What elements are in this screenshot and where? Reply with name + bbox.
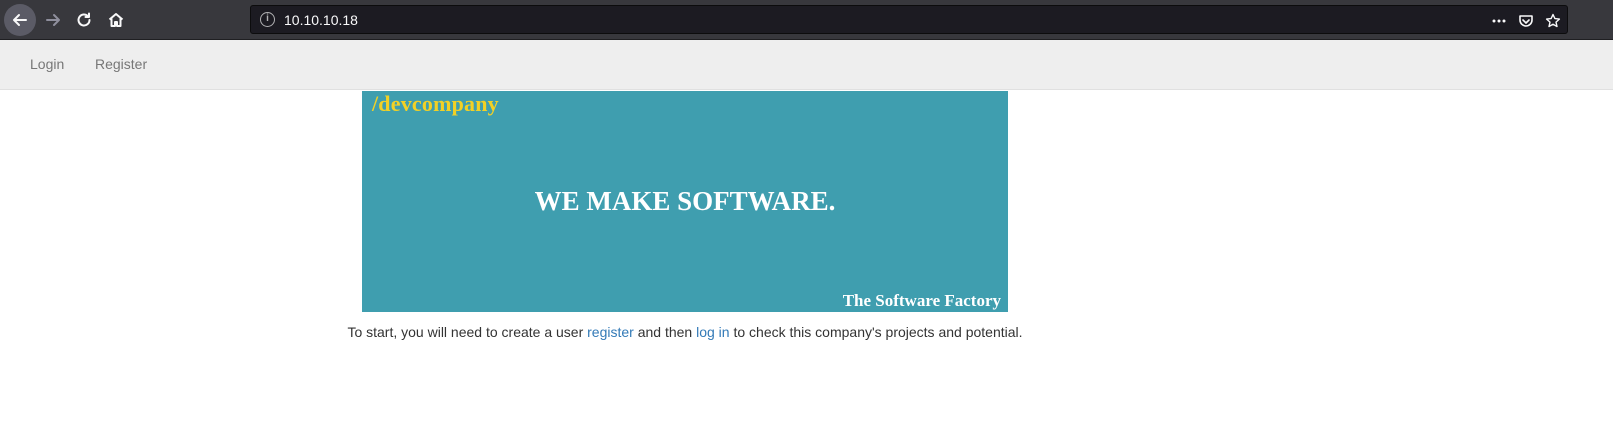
- intro-text-middle: and then: [633, 324, 697, 340]
- info-icon[interactable]: i: [260, 12, 275, 27]
- home-button[interactable]: [100, 4, 132, 36]
- nav-login-link[interactable]: Login: [30, 56, 64, 72]
- intro-text-start: To start, you will need to create a user: [347, 324, 588, 340]
- banner-brand: /devcompany: [372, 91, 499, 116]
- more-actions-icon[interactable]: [1489, 11, 1508, 30]
- home-icon: [108, 13, 124, 27]
- forward-arrow-icon: [46, 14, 60, 26]
- browser-toolbar: i 10.10.10.18: [0, 0, 1613, 40]
- reload-icon: [77, 12, 91, 27]
- url-actions: [1489, 11, 1562, 30]
- intro-text: To start, you will need to create a user…: [0, 324, 1370, 340]
- intro-text-end: to check this company's projects and pot…: [729, 324, 1023, 340]
- url-text[interactable]: 10.10.10.18: [284, 12, 358, 28]
- forward-button[interactable]: [37, 4, 69, 36]
- back-button[interactable]: [4, 4, 36, 36]
- site-navbar: Login Register: [0, 40, 1613, 90]
- hero-banner: /devcompany WE MAKE SOFTWARE. The Softwa…: [362, 91, 1008, 312]
- login-link[interactable]: log in: [696, 324, 729, 340]
- star-icon[interactable]: [1543, 11, 1562, 30]
- pocket-icon[interactable]: [1516, 11, 1535, 30]
- url-bar[interactable]: i 10.10.10.18: [250, 5, 1568, 34]
- banner-tagline: The Software Factory: [842, 291, 1001, 310]
- register-link[interactable]: register: [587, 324, 634, 340]
- reload-button[interactable]: [68, 4, 100, 36]
- banner-headline: WE MAKE SOFTWARE.: [534, 186, 836, 216]
- nav-register-link[interactable]: Register: [95, 56, 147, 72]
- back-arrow-icon: [13, 14, 27, 26]
